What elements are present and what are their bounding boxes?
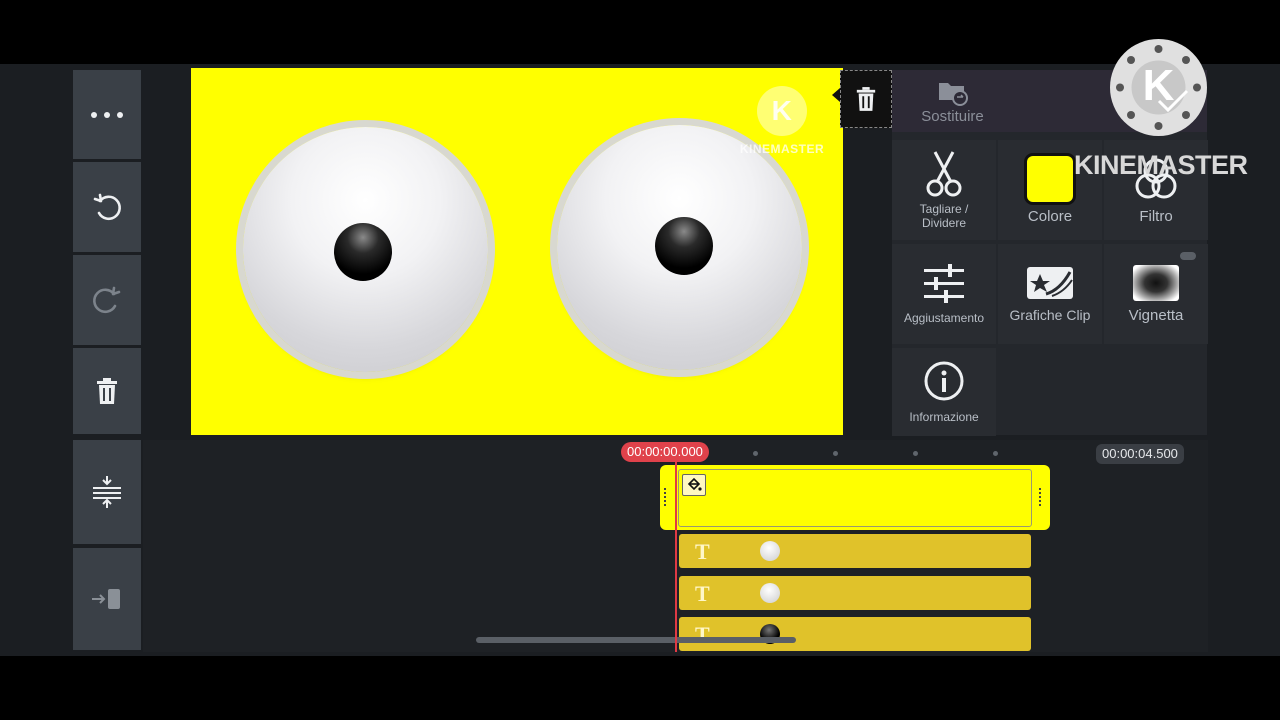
text-layer[interactable]: T (679, 617, 1031, 651)
tool-vignette[interactable]: Vignetta (1104, 244, 1208, 344)
left-eye (243, 127, 488, 372)
delete-pointer (832, 88, 840, 102)
ellipsis-icon (91, 111, 123, 118)
paint-bucket-icon (687, 477, 702, 491)
layer-thumbnail (760, 541, 780, 561)
logo-text: KINEMASTER (1074, 150, 1248, 180)
tool-clip-graphics[interactable]: Grafiche Clip (998, 244, 1102, 344)
watermark-text: KINEMASTER (739, 142, 825, 156)
tool-label: Tagliare / Dividere (919, 202, 969, 230)
replace-folder-icon (938, 83, 968, 106)
layer-thumbnail (760, 583, 780, 603)
redo-button[interactable] (73, 255, 141, 345)
more-options-button[interactable] (73, 70, 141, 159)
color-clip-badge (682, 474, 706, 496)
undo-button[interactable] (73, 162, 141, 252)
tool-label: Informazione (909, 410, 979, 424)
expand-tracks-button[interactable] (73, 440, 141, 544)
tool-trim-split[interactable]: Tagliare / Dividere (892, 140, 996, 240)
premium-toggle (1180, 252, 1196, 260)
timeline-tick (833, 451, 838, 456)
left-pupil (334, 223, 392, 281)
clip-trim-handle-right[interactable] (1039, 488, 1043, 506)
clip-selection-frame (678, 469, 1032, 527)
current-time: 00:00:00.000 (621, 442, 709, 462)
info-icon (924, 361, 964, 401)
undo-icon (93, 193, 121, 221)
clip-graphics-icon (1027, 267, 1073, 299)
tool-label: Colore (1027, 208, 1073, 225)
watermark-letter: K (771, 95, 793, 126)
expand-tracks-icon (93, 476, 121, 508)
replace-label: Sostituire (921, 108, 984, 125)
preview-watermark: K KINEMASTER (737, 86, 827, 156)
text-layer-icon: T (695, 622, 710, 647)
trash-icon (856, 87, 876, 111)
playhead[interactable] (675, 460, 677, 652)
delete-button[interactable] (73, 348, 141, 434)
export-button[interactable] (73, 548, 141, 650)
text-layer[interactable]: T (679, 576, 1031, 610)
vignette-icon (1133, 265, 1179, 301)
export-icon (92, 589, 120, 609)
clip-delete-button[interactable] (840, 70, 892, 128)
tool-info[interactable]: Informazione (892, 348, 996, 436)
timeline-scrollbar[interactable] (476, 637, 796, 643)
timeline-tick (993, 451, 998, 456)
tool-label: Filtro (1139, 208, 1173, 225)
tool-label: Vignetta (1128, 307, 1184, 324)
tool-adjustment[interactable]: Aggiustamento (892, 244, 996, 344)
timeline-tick (753, 451, 758, 456)
total-duration: 00:00:04.500 (1096, 444, 1184, 464)
timeline-tick (913, 451, 918, 456)
replace-button[interactable]: Sostituire (905, 78, 1000, 128)
trash-icon (97, 378, 117, 404)
text-layer[interactable]: T (679, 534, 1031, 568)
scissors-icon (926, 151, 962, 197)
redo-icon (93, 286, 121, 314)
tool-label: Aggiustamento (903, 311, 985, 325)
color-swatch-icon (1027, 156, 1073, 202)
confirm-check-icon[interactable] (1156, 88, 1190, 119)
watermark-logo-icon: K (757, 86, 807, 136)
right-eye (557, 125, 802, 370)
right-pupil (655, 217, 713, 275)
text-layer-icon: T (695, 581, 710, 606)
clip-trim-handle-left[interactable] (664, 488, 668, 506)
tool-label: Grafiche Clip (1009, 307, 1091, 323)
text-layer-icon: T (695, 539, 710, 564)
sliders-icon (924, 264, 964, 303)
